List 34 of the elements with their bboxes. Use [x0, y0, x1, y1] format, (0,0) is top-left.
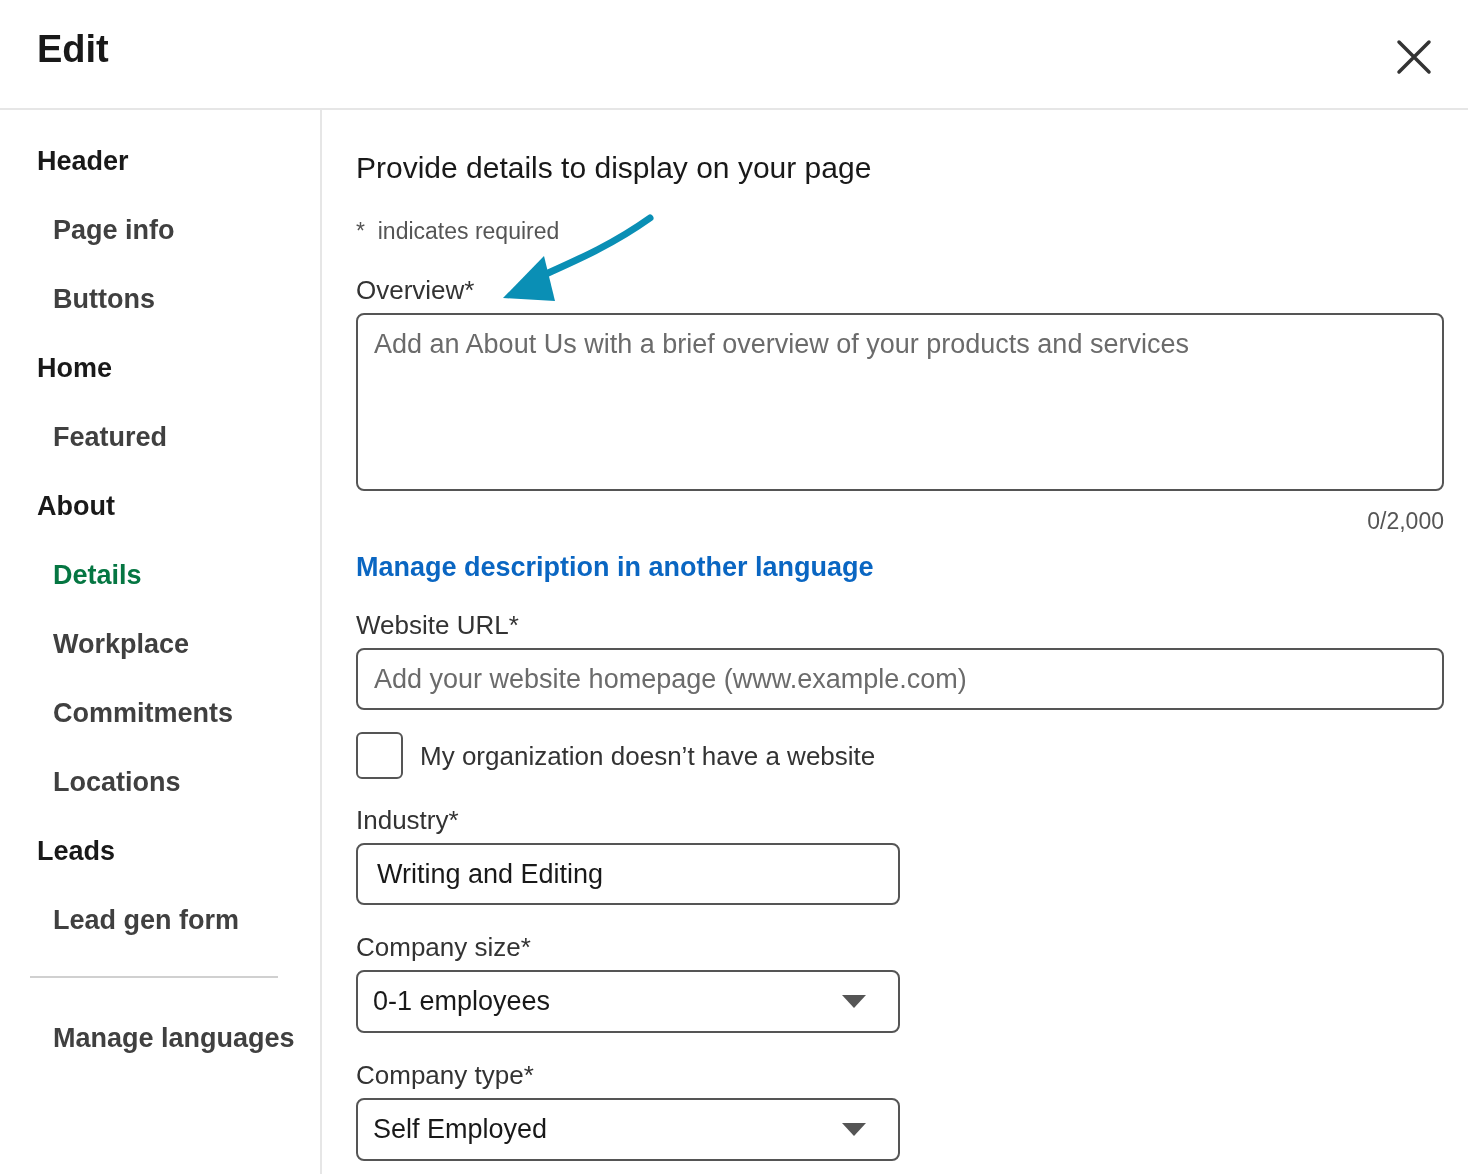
field-label: Website URL*: [356, 609, 519, 641]
nav-item[interactable]: Commitments: [53, 679, 234, 748]
manage-language-link[interactable]: Manage description in another language: [356, 551, 874, 583]
nav-item[interactable]: Home: [37, 334, 112, 403]
field-label: Overview*: [356, 274, 475, 306]
required-note: * indicates required: [356, 217, 560, 245]
nav-item[interactable]: Buttons: [53, 265, 155, 334]
nav-item[interactable]: Lead gen form: [53, 886, 240, 955]
field-label: Company type*: [356, 1059, 534, 1091]
nav-item[interactable]: Manage languages: [53, 1004, 295, 1073]
caret-icon: [842, 995, 866, 1008]
nav-item[interactable]: Leads: [37, 817, 116, 886]
nav-item[interactable]: Header: [37, 127, 129, 196]
input-field[interactable]: Add your website homepage (www.example.com): [356, 648, 1444, 710]
nav-item[interactable]: About: [37, 472, 115, 541]
checkbox-label: My organization doesn’t have a website: [420, 739, 876, 772]
checkbox[interactable]: [356, 732, 403, 779]
form-heading: Provide details to display on your page: [356, 150, 872, 186]
nav-item[interactable]: Featured: [53, 403, 168, 472]
input-field[interactable]: Writing and Editing: [356, 843, 900, 905]
close-icon: [1396, 39, 1432, 75]
nav-item[interactable]: Locations: [53, 748, 181, 817]
field-label: Industry*: [356, 804, 459, 836]
caret-icon: [842, 1123, 866, 1136]
character-counter: 0/2,000: [1367, 507, 1444, 535]
nav-item[interactable]: Page info: [53, 196, 175, 265]
field-label: Company size*: [356, 931, 531, 963]
nav-item[interactable]: Workplace: [53, 610, 190, 679]
nav-item[interactable]: Details: [53, 541, 142, 610]
dialog-title: Edit: [37, 27, 109, 71]
dropdown-select[interactable]: 0-1 employees: [356, 970, 900, 1033]
overview-textarea[interactable]: Add an About Us with a brief overview of your products and services: [356, 313, 1444, 491]
dropdown-select[interactable]: Self Employed: [356, 1098, 900, 1161]
close-button[interactable]: [1396, 39, 1432, 75]
